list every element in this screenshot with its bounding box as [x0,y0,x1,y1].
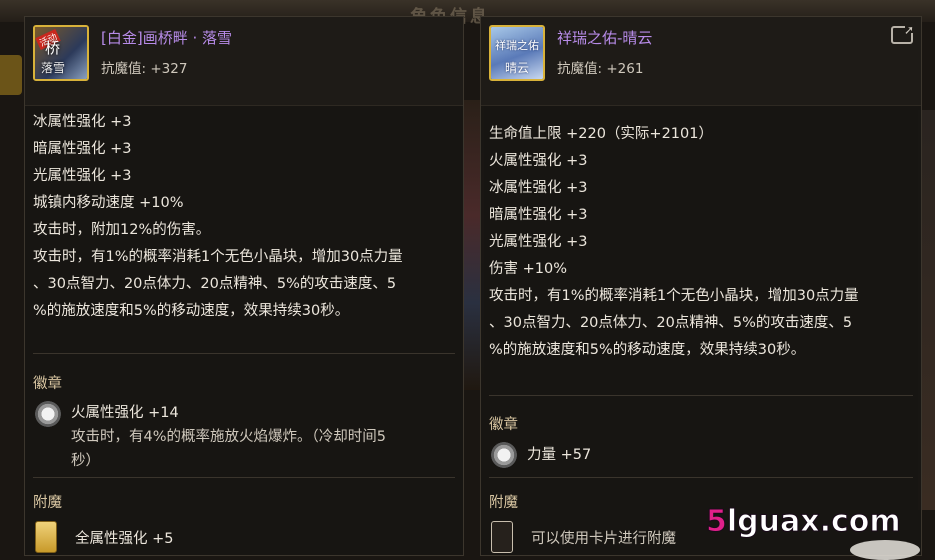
item-name: 祥瑞之佑-晴云 [557,29,653,47]
equipped-item-tooltip: 活动 桥 落雪 [白金]画桥畔 · 落雪 抗魔值: +327 冰属性强化 +3 … [24,16,464,556]
tooltip-header: 活动 桥 落雪 [白金]画桥畔 · 落雪 抗魔值: +327 [25,17,463,106]
attribute-line: 光属性强化 +3 [33,168,132,184]
emblem-gear-icon [489,436,517,471]
emblem-gear-icon [33,395,61,430]
emblem-stat: 火属性强化 +14 [71,405,179,421]
attribute-line: %的施放速度和5%的移动速度，效果持续30秒。 [33,303,350,319]
attribute-line: 冰属性强化 +3 [489,180,588,196]
section-divider [33,477,455,478]
compare-export-icon[interactable]: ➚ [891,22,916,44]
section-divider [33,353,455,354]
attribute-line: 伤害 +10% [489,261,567,277]
item-icon-art: 祥瑞之佑 晴云 [491,27,543,79]
watermark-text: lguax.com [726,504,901,540]
enchant-card-slot-icon [491,521,513,553]
enchant-value: 全属性强化 +5 [75,531,174,547]
attribute-line: 光属性强化 +3 [489,234,588,250]
resist-value: 抗魔值: +261 [557,61,644,77]
item-name: [白金]画桥畔 · 落雪 [101,29,233,47]
attribute-line: 攻击时，有1%的概率消耗1个无色小晶块，增加30点力量 [489,288,859,304]
emblem-description: 攻击时，有4%的概率施放火焰爆炸。（冷却时间5 [71,429,386,445]
item-icon-glyph: 祥瑞之佑 [495,39,539,52]
enchant-section-title: 附魔 [489,495,518,511]
item-icon: 活动 桥 落雪 [33,25,89,81]
item-attribute-list: 生命值上限 +220（实际+2101） 火属性强化 +3 冰属性强化 +3 暗属… [489,121,913,364]
section-divider [489,395,913,396]
emblem-description-cont: 秒） [71,453,100,469]
compared-item-tooltip: 祥瑞之佑 晴云 祥瑞之佑-晴云 抗魔值: +261 ➚ 生命值上限 +220（实… [480,16,922,556]
attribute-line: 冰属性强化 +3 [33,114,132,130]
attribute-line: 攻击时，有1%的概率消耗1个无色小晶块，增加30点力量 [33,249,403,265]
item-icon: 祥瑞之佑 晴云 [489,25,545,81]
enchant-hint: 可以使用卡片进行附魔 [531,531,676,547]
attribute-line: 城镇内移动速度 +10% [33,195,184,211]
site-watermark: 5lguax.com [706,504,902,540]
enchant-section-title: 附魔 [33,495,62,511]
enchant-card-icon [35,521,57,553]
attribute-line: %的施放速度和5%的移动速度，效果持续30秒。 [489,342,806,358]
attribute-line: 生命值上限 +220（实际+2101） [489,126,713,142]
item-icon-art: 活动 桥 落雪 [35,27,87,79]
tooltip-header: 祥瑞之佑 晴云 祥瑞之佑-晴云 抗魔值: +261 ➚ [481,17,921,106]
item-icon-glyph-2: 落雪 [41,61,66,75]
attribute-line: 暗属性强化 +3 [489,207,588,223]
attribute-line: 火属性强化 +3 [489,153,588,169]
bottom-decoration [850,540,920,560]
watermark-prefix: 5 [706,504,728,540]
section-divider [489,477,913,478]
item-icon-glyph: 桥 [45,39,61,57]
attribute-line: 暗属性强化 +3 [33,141,132,157]
emblem-stat: 力量 +57 [527,447,592,463]
emblem-section-title: 徽章 [489,417,518,433]
emblem-section-title: 徽章 [33,376,62,392]
background-side-tab [0,55,22,95]
item-icon-glyph-2: 晴云 [505,61,530,75]
attribute-line: 攻击时，附加12%的伤害。 [33,222,211,238]
resist-value: 抗魔值: +327 [101,61,188,77]
attribute-line: 、30点智力、20点体力、20点精神、5%的攻击速度、5 [489,315,853,331]
attribute-line: 、30点智力、20点体力、20点精神、5%的攻击速度、5 [33,276,397,292]
item-attribute-list: 冰属性强化 +3 暗属性强化 +3 光属性强化 +3 城镇内移动速度 +10% … [33,109,455,325]
